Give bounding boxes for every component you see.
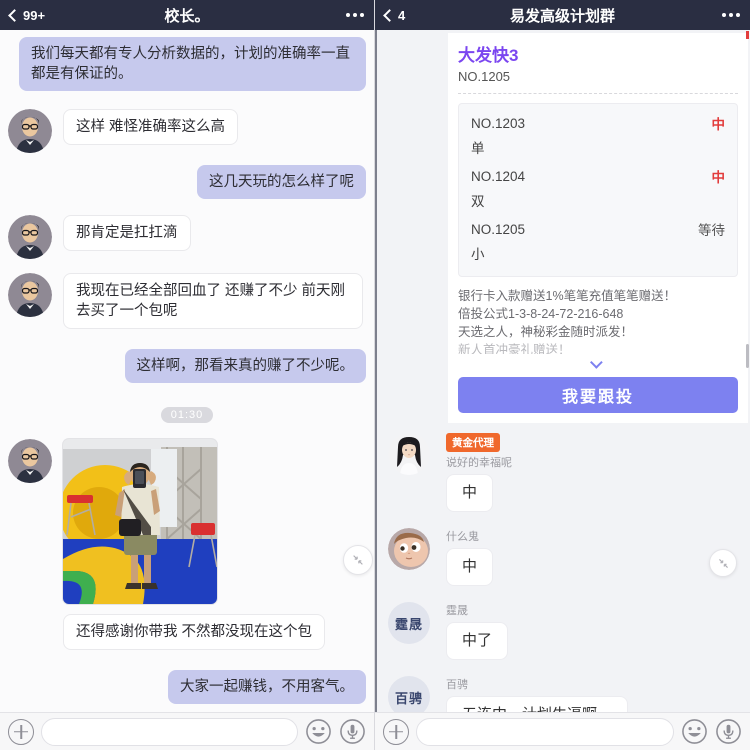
plan-card: 大发快3 NO.1205 NO.1203 中 单 NO.1204 中 双 NO.12… xyxy=(448,33,748,423)
message-incoming: 这样 难怪准确率这么高 xyxy=(0,109,374,153)
message-outgoing: 这样啊，那看来真的赚了不少呢。 xyxy=(0,349,374,383)
expand-chevron[interactable] xyxy=(458,356,738,369)
message-bubble: 这几天玩的怎么样了呢 xyxy=(197,165,366,199)
group-message: 什么鬼 中 xyxy=(375,528,750,586)
unread-count: 99+ xyxy=(23,7,46,23)
message-bubble: 这样 难怪准确率这么高 xyxy=(63,109,239,145)
avatar-man[interactable] xyxy=(8,109,52,153)
chat-title: 校长。 xyxy=(164,7,210,25)
message-incoming: 我现在已经全部回血了 还赚了不少 前天刚去买了一个包呢 xyxy=(0,273,374,329)
message-bubble: 大家一起赚钱，不用客气。 xyxy=(168,670,366,704)
group-chat-panel: 4 易发高级计划群 大发快3 NO.1205 NO.1203 中 单 NO.12… xyxy=(375,0,750,750)
more-menu-button[interactable] xyxy=(346,9,364,21)
group-message: 黄金代理 说好的幸福呢 中 xyxy=(375,433,750,512)
message-incoming: 那肯定是扛扛滴 xyxy=(0,215,374,259)
result-hit: 中 xyxy=(711,170,726,185)
message-bubble: 中 xyxy=(446,548,494,586)
collapse-float-button[interactable] xyxy=(343,545,373,575)
message-input[interactable] xyxy=(41,717,298,746)
back-button[interactable]: 4 xyxy=(383,7,445,23)
time-divider: 01:30 xyxy=(0,405,374,423)
avatar-girl[interactable] xyxy=(388,433,430,475)
attach-button[interactable] xyxy=(383,718,409,745)
message-bubble: 这样啊，那看来真的赚了不少呢。 xyxy=(124,349,366,383)
chat-title: 易发高级计划群 xyxy=(509,7,616,25)
left-input-bar xyxy=(0,712,374,750)
message-bubble: 中了 xyxy=(446,622,509,660)
voice-button[interactable] xyxy=(715,718,742,745)
avatar-man[interactable] xyxy=(8,273,52,317)
right-message-list: 大发快3 NO.1205 NO.1203 中 单 NO.1204 中 双 NO.12… xyxy=(375,30,750,750)
right-header: 4 易发高级计划群 xyxy=(375,0,750,30)
photo-message[interactable] xyxy=(63,439,217,604)
left-header: 99+ 校长。 xyxy=(0,0,374,30)
dual-chat-screens: 99+ 校长。 我们每天都有专人分析数据的，计划的准确率一直都是有保证的。 这样… xyxy=(0,0,750,750)
plan-row: NO.1203 中 单 xyxy=(471,113,725,157)
avatar-text[interactable]: 霆晟 xyxy=(388,602,430,644)
game-title: 大发快3 xyxy=(458,46,519,65)
plan-rows: NO.1203 中 单 NO.1204 中 双 NO.1205 等待 小 xyxy=(458,103,738,277)
follow-bet-button[interactable]: 我要跟投 xyxy=(458,377,738,413)
avatar-baby[interactable] xyxy=(388,528,430,570)
result-waiting: 等待 xyxy=(698,223,725,238)
message-incoming-photo xyxy=(0,439,374,604)
member-name: 霆晟 xyxy=(446,605,468,617)
message-bubble: 我们每天都有专人分析数据的，计划的准确率一直都是有保证的。 xyxy=(19,37,366,91)
member-name: 百骋 xyxy=(446,679,468,691)
panel-seam xyxy=(375,30,377,712)
scrollbar-alert-tick xyxy=(746,31,749,39)
emoji-button[interactable] xyxy=(681,718,708,745)
member-badge: 黄金代理 xyxy=(446,433,500,452)
plan-row: NO.1204 中 双 xyxy=(471,166,725,210)
right-input-bar xyxy=(375,712,750,750)
attach-button[interactable] xyxy=(8,718,34,745)
message-outgoing: 我们每天都有专人分析数据的，计划的准确率一直都是有保证的。 xyxy=(0,37,374,91)
message-bubble: 还得感谢你带我 不然都没现在这个包 xyxy=(63,614,326,650)
member-name: 什么鬼 xyxy=(446,531,479,543)
chevron-left-icon xyxy=(8,8,21,22)
more-menu-button[interactable] xyxy=(722,9,740,21)
message-bubble: 那肯定是扛扛滴 xyxy=(63,215,191,251)
plan-row: NO.1205 等待 小 xyxy=(471,219,725,263)
message-incoming: 还得感谢你带我 不然都没现在这个包 xyxy=(0,614,374,650)
emoji-button[interactable] xyxy=(305,718,332,745)
message-input[interactable] xyxy=(416,717,674,746)
message-outgoing: 大家一起赚钱，不用客气。 xyxy=(0,670,374,704)
message-outgoing: 这几天玩的怎么样了呢 xyxy=(0,165,374,199)
voice-button[interactable] xyxy=(339,718,366,745)
dashed-divider xyxy=(458,93,738,94)
group-message: 霆晟 霆晟 中了 xyxy=(375,602,750,660)
private-chat-panel: 99+ 校长。 我们每天都有专人分析数据的，计划的准确率一直都是有保证的。 这样… xyxy=(0,0,375,750)
current-issue: NO.1205 xyxy=(458,69,511,84)
member-name: 说好的幸福呢 xyxy=(446,457,512,469)
avatar-man[interactable] xyxy=(8,439,52,483)
collapse-float-button[interactable] xyxy=(709,549,737,577)
promo-text: 银行卡入款赠送1%笔笔充值笔笔赠送！ 倍投公式1-3-8-24-72-216-6… xyxy=(458,289,677,354)
unread-count: 4 xyxy=(398,7,406,23)
chevron-left-icon xyxy=(383,8,396,22)
left-message-list: 我们每天都有专人分析数据的，计划的准确率一直都是有保证的。 这样 难怪准确率这么… xyxy=(0,30,374,750)
back-button[interactable]: 99+ xyxy=(8,7,70,23)
scrollbar-thumb[interactable] xyxy=(746,344,749,368)
message-bubble: 中 xyxy=(446,474,494,512)
message-bubble: 我现在已经全部回血了 还赚了不少 前天刚去买了一个包呢 xyxy=(63,273,363,329)
result-hit: 中 xyxy=(711,117,726,132)
avatar-man[interactable] xyxy=(8,215,52,259)
